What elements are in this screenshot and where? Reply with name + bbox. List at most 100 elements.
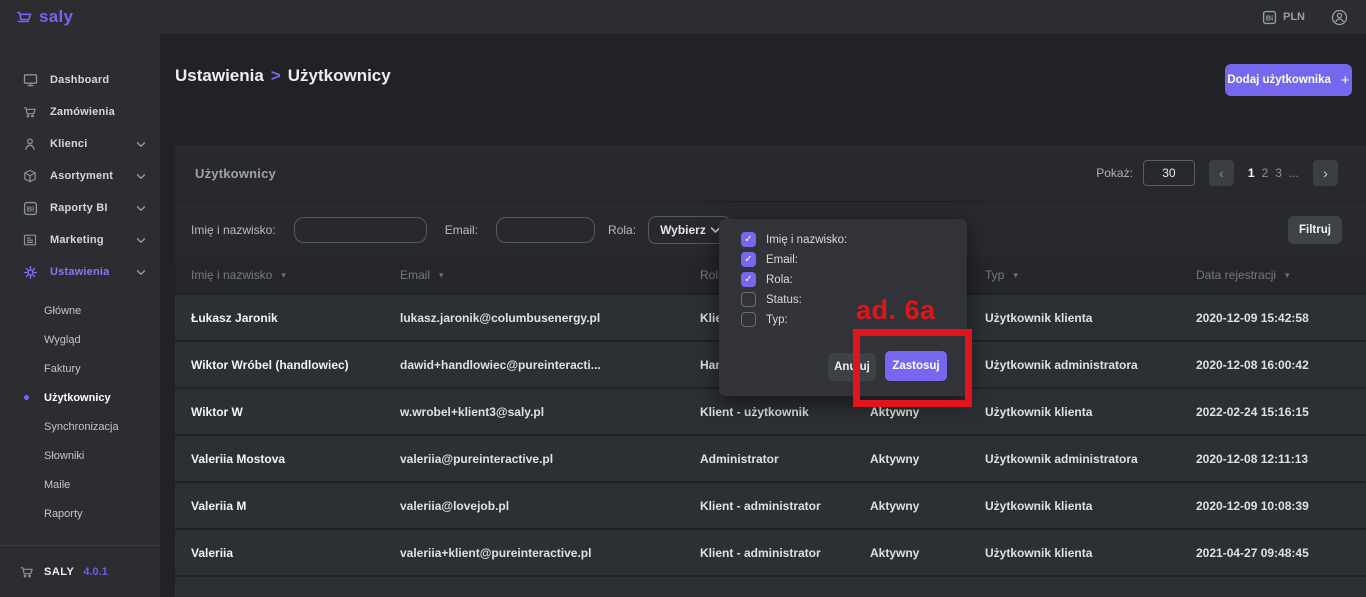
sidebar-subitem-wyglad[interactable]: Wygląd: [0, 325, 160, 354]
currency-label[interactable]: PLN: [1283, 11, 1305, 23]
chevron-down-icon: [136, 269, 146, 276]
sidebar-item-raporty-bi[interactable]: Bi Raporty BI: [0, 192, 160, 224]
sidebar-item-label: Raporty BI: [50, 202, 108, 214]
topbar: saly Bi PLN: [0, 0, 1366, 34]
sidebar-subitem-raporty[interactable]: Raporty: [0, 499, 160, 528]
checked-checkbox-icon[interactable]: ✓: [741, 252, 756, 267]
brand-name: saly: [39, 7, 73, 27]
cell-data-rejestracji: 2022-02-24 15:16:15: [1196, 405, 1366, 419]
cart-logo-icon: [16, 9, 34, 25]
sidebar-item-label: Zamówienia: [50, 106, 115, 118]
table-row[interactable]: Valeriiavaleriia+klient@pureinteractive.…: [175, 530, 1366, 577]
cell-typ: Użytkownik klienta: [985, 499, 1196, 513]
filter-email-input[interactable]: [496, 217, 595, 243]
person-icon: [22, 137, 38, 151]
column-header-data-rejestracji[interactable]: Data rejestracji ▾: [1196, 268, 1366, 282]
page-number-2[interactable]: 2: [1262, 166, 1269, 180]
board-icon: [22, 233, 38, 247]
banknote-icon: Bi: [1262, 10, 1277, 25]
sidebar-subitem-s-owniki[interactable]: Słowniki: [0, 441, 160, 470]
sidebar-item-marketing[interactable]: Marketing: [0, 224, 160, 256]
svg-text:Bi: Bi: [26, 204, 34, 213]
column-header-typ[interactable]: Typ ▾: [985, 268, 1196, 282]
column-toggle-imie-i-nazwisko[interactable]: ✓Imię i nazwisko:: [741, 232, 847, 247]
column-header-email[interactable]: Email▾: [400, 268, 700, 282]
sort-caret-icon[interactable]: ▾: [1013, 270, 1018, 281]
table-row[interactable]: Valeriia Mostovavaleriia@pureinteractive…: [175, 436, 1366, 483]
sidebar-subitem-g-owne[interactable]: Główne: [0, 296, 160, 325]
annotation-label: ad. 6a: [856, 295, 936, 326]
cancel-button[interactable]: Anuluj: [828, 353, 876, 381]
page-number-3[interactable]: 3: [1275, 166, 1282, 180]
breadcrumb-separator: >: [271, 66, 281, 85]
breadcrumb-parent[interactable]: Ustawienia: [175, 66, 264, 85]
filter-name-input[interactable]: [294, 217, 427, 243]
sidebar-subitem-faktury[interactable]: Faktury: [0, 354, 160, 383]
pagination-group: Pokaż: ‹ 123... ›: [1096, 160, 1338, 186]
table-row[interactable]: Wiktor Ww.wrobel+klient3@saly.plKlient -…: [175, 389, 1366, 436]
column-toggle-typ[interactable]: Typ:: [741, 312, 847, 327]
popup-options: ✓Imię i nazwisko:✓Email:✓Rola:Status:Typ…: [741, 232, 847, 327]
sidebar-item-label: Dashboard: [50, 74, 109, 86]
cell-status: Aktywny: [870, 452, 985, 466]
plus-icon: +: [1341, 72, 1350, 89]
page-numbers: 123...: [1248, 166, 1299, 180]
column-toggle-label: Rola:: [766, 274, 793, 286]
chevron-down-icon: [136, 173, 146, 180]
cell-imie-i-nazwisko: Wiktor Wróbel (handlowiec): [191, 358, 400, 372]
cube-icon: [22, 169, 38, 183]
sidebar-item-label: Marketing: [50, 234, 104, 246]
sidebar-item-dashboard[interactable]: Dashboard: [0, 64, 160, 96]
app-name: SALY: [44, 566, 74, 578]
user-avatar-icon[interactable]: [1331, 9, 1348, 26]
cell-imie-i-nazwisko: Valeriia M: [191, 499, 400, 513]
brand-logo[interactable]: saly: [16, 7, 73, 27]
cell-rola: Administrator: [700, 452, 870, 466]
sidebar-subitem-synchronizacja[interactable]: Synchronizacja: [0, 412, 160, 441]
cell-data-rejestracji: 2020-12-08 16:00:42: [1196, 358, 1366, 372]
sidebar-settings-subnav: GłówneWygląd Faktury UżytkownicySynchroniz…: [0, 288, 160, 528]
prev-page-button[interactable]: ‹: [1209, 160, 1234, 186]
column-toggle-status[interactable]: Status:: [741, 292, 847, 307]
sidebar-item-label: Ustawienia: [50, 266, 109, 278]
add-user-button[interactable]: Dodaj użytkownika +: [1225, 64, 1352, 96]
sidebar-item-ustawienia[interactable]: Ustawienia: [0, 256, 160, 288]
sidebar-item-asortyment[interactable]: Asortyment: [0, 160, 160, 192]
column-toggle-email[interactable]: ✓Email:: [741, 252, 847, 267]
cell-data-rejestracji: 2020-12-08 12:11:13: [1196, 452, 1366, 466]
column-header-label: Data rejestracji: [1196, 268, 1276, 282]
sort-caret-icon[interactable]: ▾: [1285, 270, 1290, 281]
sidebar-subitem-maile[interactable]: Maile: [0, 470, 160, 499]
table-row[interactable]: Valeriia Mvaleriia@lovejob.plKlient - ad…: [175, 483, 1366, 530]
column-toggle-rola[interactable]: ✓ Rola:: [741, 272, 847, 287]
column-header-imie-i-nazwisko[interactable]: Imię i nazwisko▾: [191, 268, 400, 282]
sort-caret-icon[interactable]: ▾: [439, 270, 444, 281]
sidebar-item-zamowienia[interactable]: Zamówienia: [0, 96, 160, 128]
column-header-label: Typ: [985, 268, 1004, 282]
cell-status: Aktywny: [870, 405, 985, 419]
cell-imie-i-nazwisko: Valeriia: [191, 546, 400, 560]
sidebar: Dashboard Zamówienia KlienciAsortyment Bi Ra…: [0, 34, 160, 597]
sidebar-subitem-label: Faktury: [44, 363, 81, 375]
sidebar-item-klienci[interactable]: Klienci: [0, 128, 160, 160]
sidebar-subitem-uzytkownicy[interactable]: Użytkownicy: [0, 383, 160, 412]
cart-icon: [22, 105, 38, 119]
unchecked-checkbox-icon[interactable]: [741, 292, 756, 307]
panel-header: Użytkownicy Pokaż: ‹ 123... ›: [175, 145, 1366, 202]
checked-checkbox-icon[interactable]: ✓: [741, 272, 756, 287]
apply-button[interactable]: Zastosuj: [885, 351, 947, 381]
sort-caret-icon[interactable]: ▾: [281, 270, 286, 281]
sidebar-footer: SALY 4.0.1: [0, 545, 160, 597]
filter-submit-button[interactable]: Filtruj: [1288, 216, 1342, 244]
cell-status: Aktywny: [870, 499, 985, 513]
table-row-partial: [175, 577, 1366, 597]
page-number-1[interactable]: 1: [1248, 166, 1255, 180]
next-page-button[interactable]: ›: [1313, 160, 1338, 186]
page-number-dotdotdot[interactable]: ...: [1289, 166, 1299, 180]
filter-email-label: Email:: [445, 223, 478, 237]
checked-checkbox-icon[interactable]: ✓: [741, 232, 756, 247]
page-size-input[interactable]: [1143, 160, 1195, 186]
column-toggle-label: Typ:: [766, 314, 788, 326]
breadcrumb-current: Użytkownicy: [288, 66, 391, 85]
unchecked-checkbox-icon[interactable]: [741, 312, 756, 327]
